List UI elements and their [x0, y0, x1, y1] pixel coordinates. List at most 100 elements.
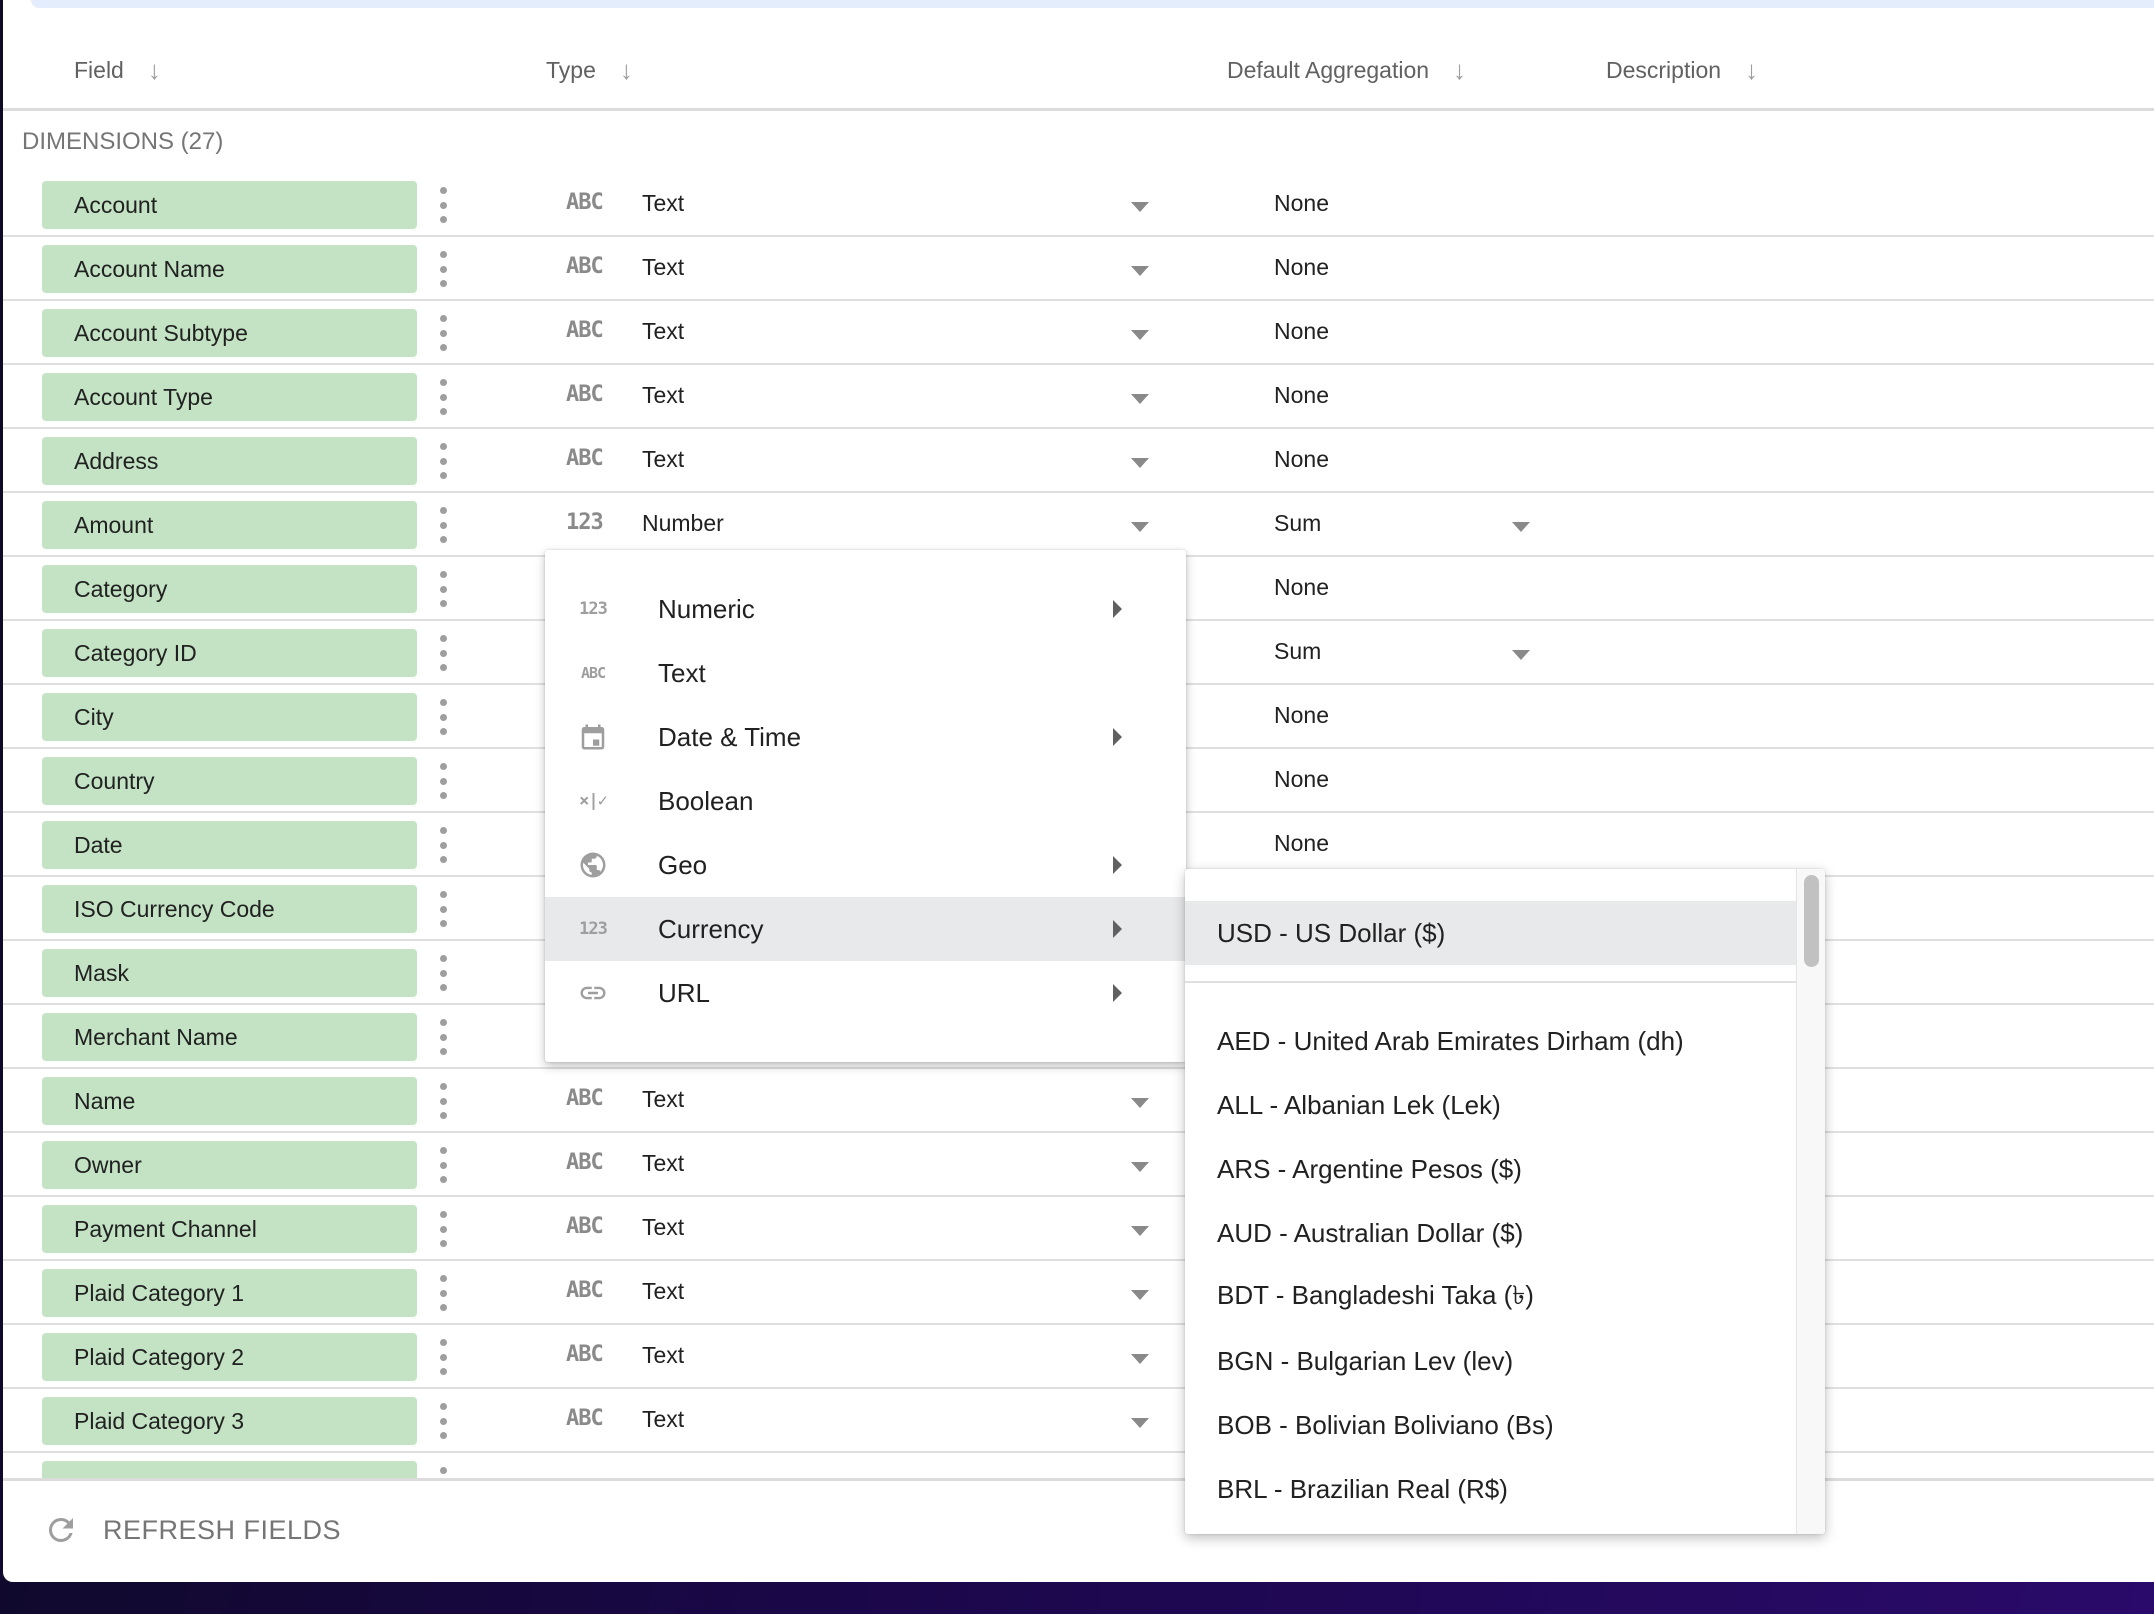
refresh-icon: [48, 1518, 73, 1542]
type-menu-item-boolean[interactable]: ×|✓ Boolean: [545, 769, 1186, 833]
field-name: Category ID: [74, 639, 197, 666]
type-dropdown-arrow-icon[interactable]: [1131, 1226, 1149, 1236]
field-chip[interactable]: Payment Channel: [42, 1205, 417, 1253]
more-options-icon[interactable]: [435, 1211, 451, 1247]
more-options-icon[interactable]: [435, 251, 451, 287]
type-menu-item-text[interactable]: ABC Text: [545, 641, 1186, 705]
field-name: City: [74, 703, 114, 730]
field-chip[interactable]: Name: [42, 1077, 417, 1125]
more-options-icon[interactable]: [435, 443, 451, 479]
field-chip[interactable]: Date: [42, 821, 417, 869]
currency-scrollbar[interactable]: [1796, 869, 1825, 1534]
field-chip[interactable]: Plaid Category 3: [42, 1397, 417, 1445]
type-dropdown-arrow-icon[interactable]: [1131, 1162, 1149, 1172]
more-options-icon[interactable]: [435, 763, 451, 799]
type-menu-item-numeric[interactable]: 123 Numeric: [545, 577, 1186, 641]
more-options-icon[interactable]: [435, 379, 451, 415]
type-value: Text: [642, 446, 685, 472]
more-options-icon[interactable]: [435, 955, 451, 991]
aggregation-dropdown-arrow-icon[interactable]: [1512, 650, 1530, 660]
field-chip[interactable]: Category: [42, 565, 417, 613]
field-chip[interactable]: Plaid Category 2: [42, 1333, 417, 1381]
more-options-icon[interactable]: [435, 1019, 451, 1055]
currency-option[interactable]: BGN - Bulgarian Lev (lev): [1185, 1329, 1797, 1393]
type-dropdown-arrow-icon[interactable]: [1131, 1418, 1149, 1428]
more-options-icon[interactable]: [435, 187, 451, 223]
currency-option[interactable]: ARS - Argentine Pesos ($): [1185, 1137, 1797, 1201]
field-chip[interactable]: Mask: [42, 949, 417, 997]
text-type-icon: ABC: [566, 1406, 604, 1431]
more-options-icon[interactable]: [435, 699, 451, 735]
field-name: Category: [74, 575, 168, 602]
sort-arrow-icon[interactable]: ↓: [620, 55, 633, 86]
text-type-icon: ABC: [566, 190, 604, 215]
currency-scrollbar-thumb[interactable]: [1804, 875, 1819, 967]
column-header-type[interactable]: Type ↓: [546, 50, 633, 90]
sort-arrow-icon[interactable]: ↓: [1745, 55, 1758, 86]
type-value: Text: [642, 254, 685, 280]
more-options-icon[interactable]: [435, 1403, 451, 1439]
field-chip[interactable]: Account Name: [42, 245, 417, 293]
sort-arrow-icon[interactable]: ↓: [148, 55, 161, 86]
type-dropdown-arrow-icon[interactable]: [1131, 330, 1149, 340]
type-menu-item-label: Currency: [658, 913, 764, 944]
type-dropdown-arrow-icon[interactable]: [1131, 1290, 1149, 1300]
field-chip[interactable]: Amount: [42, 501, 417, 549]
field-name: Account Name: [74, 255, 225, 282]
currency-option[interactable]: AUD - Australian Dollar ($): [1185, 1201, 1797, 1265]
sort-arrow-icon[interactable]: ↓: [1453, 55, 1466, 86]
field-chip[interactable]: Address: [42, 437, 417, 485]
more-options-icon[interactable]: [435, 1339, 451, 1375]
field-chip[interactable]: Owner: [42, 1141, 417, 1189]
type-dropdown-arrow-icon[interactable]: [1131, 522, 1149, 532]
type-dropdown-arrow-icon[interactable]: [1131, 458, 1149, 468]
type-menu-item-geo[interactable]: Geo: [545, 833, 1186, 897]
field-name: Name: [74, 1087, 136, 1114]
currency-option[interactable]: BOB - Bolivian Boliviano (Bs): [1185, 1393, 1797, 1457]
field-chip[interactable]: Account Subtype: [42, 309, 417, 357]
field-chip[interactable]: Merchant Name: [42, 1013, 417, 1061]
field-chip[interactable]: Account Type: [42, 373, 417, 421]
type-menu-item-date-time[interactable]: Date & Time: [545, 705, 1186, 769]
field-chip[interactable]: Category ID: [42, 629, 417, 677]
currency-option[interactable]: BRL - Brazilian Real (R$): [1185, 1457, 1797, 1521]
more-options-icon[interactable]: [435, 827, 451, 863]
aggregation-dropdown-arrow-icon[interactable]: [1512, 522, 1530, 532]
field-name: Address: [74, 447, 159, 474]
column-header-field[interactable]: Field ↓: [74, 50, 161, 90]
currency-option-label: ALL - Albanian Lek (Lek): [1217, 1089, 1501, 1120]
type-dropdown-arrow-icon[interactable]: [1131, 1354, 1149, 1364]
field-name: Plaid Category 3: [74, 1407, 245, 1434]
column-header-description[interactable]: Description ↓: [1606, 50, 1758, 90]
currency-option[interactable]: BDT - Bangladeshi Taka (৳): [1185, 1265, 1797, 1329]
field-chip[interactable]: Account: [42, 181, 417, 229]
text-type-icon: ABC: [566, 254, 604, 279]
more-options-icon[interactable]: [435, 571, 451, 607]
currency-option[interactable]: ALL - Albanian Lek (Lek): [1185, 1073, 1797, 1137]
more-options-icon[interactable]: [435, 635, 451, 671]
currency-option-partial[interactable]: [1185, 1521, 1797, 1534]
field-chip[interactable]: Plaid Category 1: [42, 1269, 417, 1317]
more-options-icon[interactable]: [435, 1083, 451, 1119]
text-icon: ABC: [580, 664, 606, 682]
field-chip[interactable]: ISO Currency Code: [42, 885, 417, 933]
refresh-fields-button[interactable]: REFRESH FIELDS: [43, 1512, 341, 1548]
table-row: Plaid Category 2 ABC Text: [3, 1325, 2154, 1389]
type-dropdown-arrow-icon[interactable]: [1131, 202, 1149, 212]
more-options-icon[interactable]: [435, 507, 451, 543]
type-dropdown-arrow-icon[interactable]: [1131, 1098, 1149, 1108]
more-options-icon[interactable]: [435, 1275, 451, 1311]
type-dropdown-arrow-icon[interactable]: [1131, 266, 1149, 276]
currency-option[interactable]: AED - United Arab Emirates Dirham (dh): [1185, 1009, 1797, 1073]
more-options-icon[interactable]: [435, 315, 451, 351]
type-menu-item-currency[interactable]: 123 Currency: [545, 897, 1186, 961]
field-chip[interactable]: City: [42, 693, 417, 741]
type-dropdown-arrow-icon[interactable]: [1131, 394, 1149, 404]
more-options-icon[interactable]: [435, 1147, 451, 1183]
field-chip[interactable]: Country: [42, 757, 417, 805]
column-header-aggregation[interactable]: Default Aggregation ↓: [1227, 50, 1466, 90]
currency-option-selected[interactable]: USD - US Dollar ($): [1185, 901, 1797, 965]
table-row: [3, 1453, 2154, 1480]
more-options-icon[interactable]: [435, 891, 451, 927]
type-menu-item-url[interactable]: URL: [545, 961, 1186, 1025]
